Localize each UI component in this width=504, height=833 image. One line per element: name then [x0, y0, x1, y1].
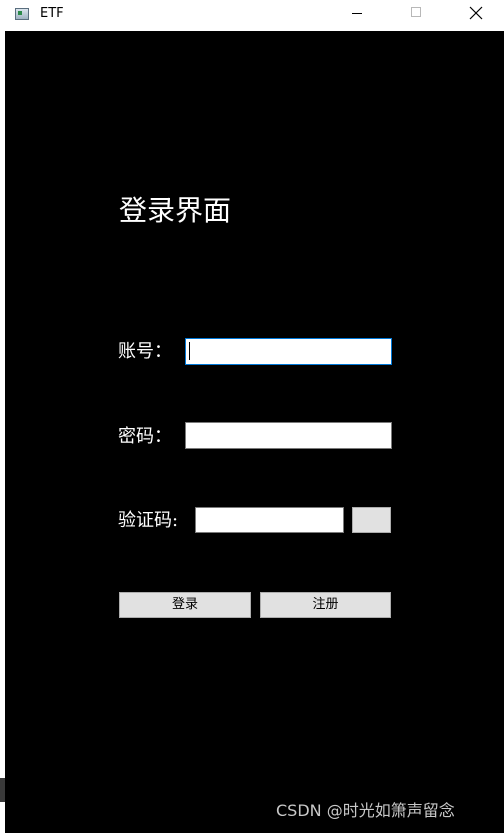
password-label: 密码：	[118, 426, 172, 447]
minimize-icon	[352, 13, 362, 14]
login-button[interactable]: 登录	[119, 592, 251, 618]
login-form: 登录界面 账号： 密码： 验证码: 登录 注册	[5, 31, 504, 833]
captcha-input[interactable]	[195, 507, 344, 533]
minimize-button[interactable]	[334, 0, 380, 29]
account-label: 账号：	[118, 341, 172, 362]
title-bar[interactable]: ETF	[5, 0, 504, 31]
close-button[interactable]	[454, 0, 500, 29]
password-input[interactable]	[185, 422, 392, 449]
register-button[interactable]: 注册	[260, 592, 391, 618]
close-icon	[469, 6, 483, 20]
screen: ETF 登录界面 账号： 密码： 验证码: 登录 注册 CSDN @时光如箫声留…	[0, 0, 504, 833]
watermark-text: CSDN @时光如箫声留念	[276, 801, 455, 820]
maximize-button[interactable]	[394, 0, 440, 29]
window-title: ETF	[40, 6, 64, 21]
page-title: 登录界面	[119, 194, 232, 227]
maximize-icon	[411, 7, 421, 17]
captcha-label: 验证码:	[118, 510, 179, 531]
account-input[interactable]	[185, 338, 392, 365]
app-window-icon	[15, 8, 29, 20]
captcha-image-button[interactable]	[352, 507, 391, 533]
text-caret	[189, 342, 190, 360]
